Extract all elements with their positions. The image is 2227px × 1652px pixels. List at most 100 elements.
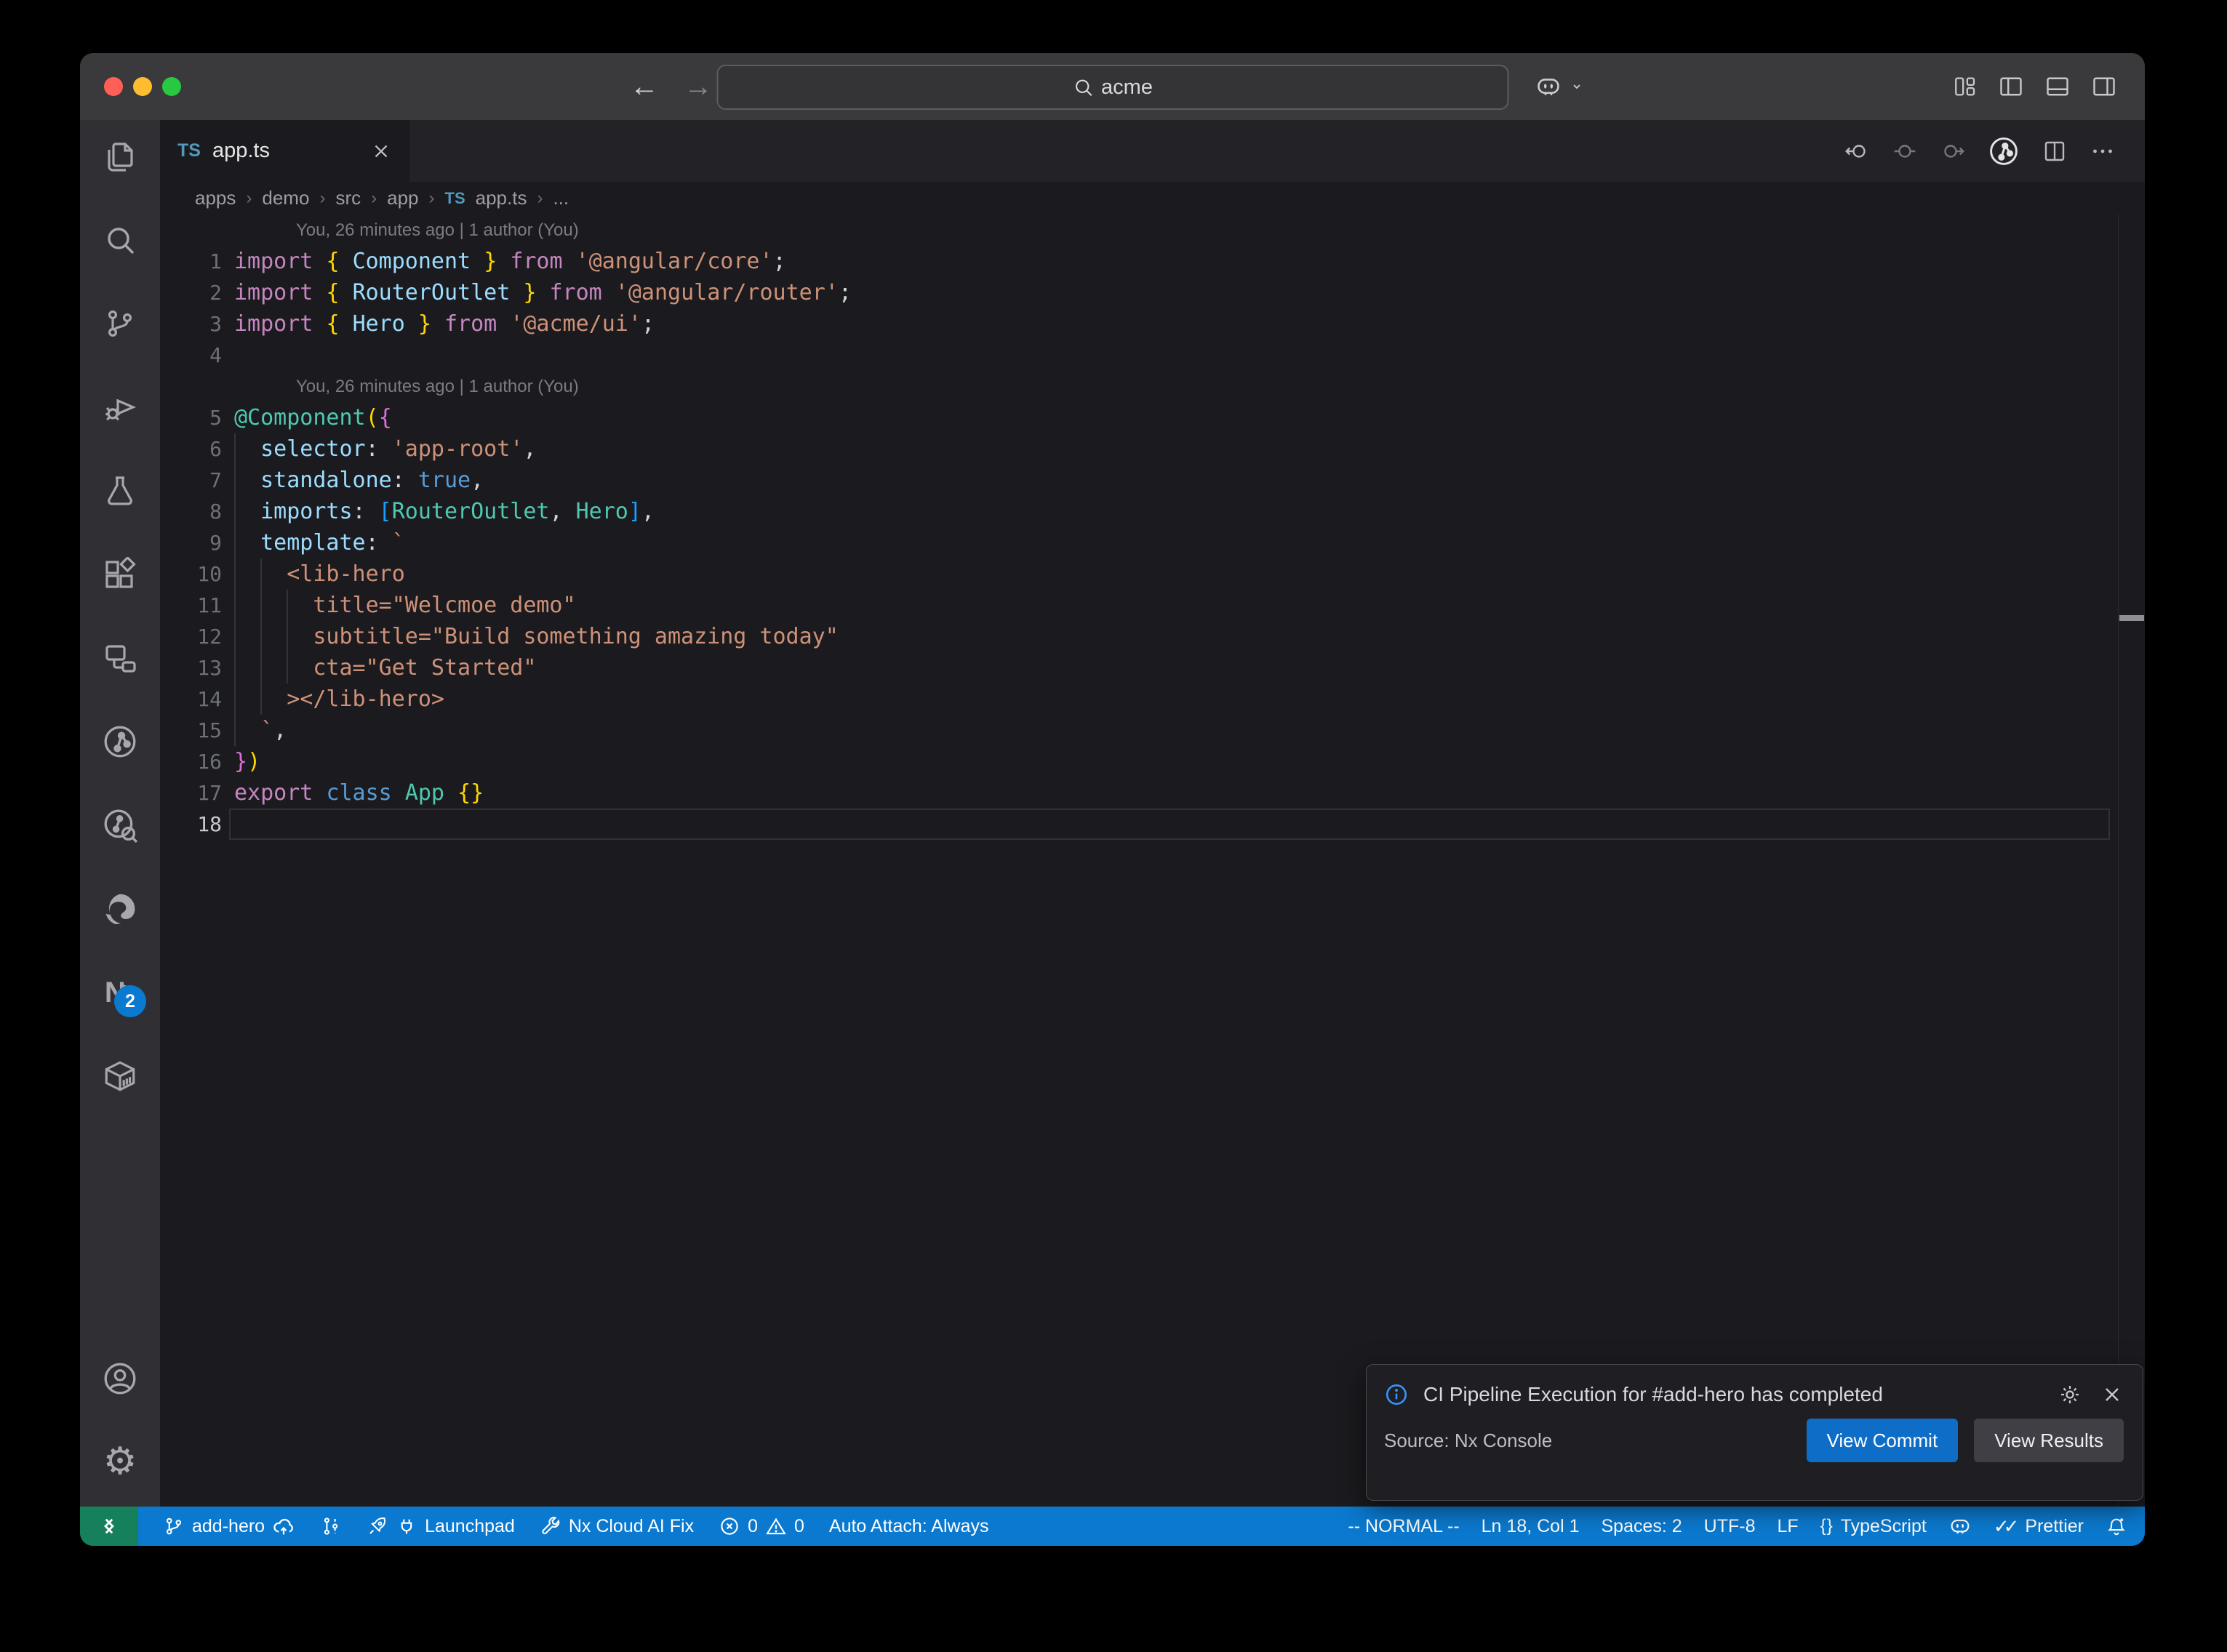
more-actions-icon[interactable] (2090, 138, 2116, 164)
line-number (160, 214, 222, 246)
code-text: cta="Get Started" (234, 652, 536, 683)
minimize-window-button[interactable] (133, 77, 152, 96)
breadcrumb-item-file[interactable]: app.ts (476, 187, 527, 209)
sidebar-item-explorer[interactable] (100, 136, 140, 177)
remote-indicator[interactable] (80, 1507, 138, 1546)
notification-source: Source: Nx Console (1384, 1430, 1807, 1452)
line-number: 9 (160, 527, 222, 558)
sidebar-item-nx-console[interactable]: N> 2 (100, 972, 140, 1013)
code-text: title="Welcmoe demo" (234, 590, 576, 621)
code-text: template: ` (234, 527, 405, 558)
status-auto-attach[interactable]: Auto Attach: Always (829, 1516, 989, 1537)
breadcrumb-item[interactable]: apps (195, 187, 236, 209)
sidebar-item-edge-browser[interactable] (100, 889, 140, 929)
view-commit-button[interactable]: View Commit (1807, 1419, 1959, 1462)
status-branch[interactable]: add-hero (163, 1515, 295, 1538)
sidebar-item-run-debug[interactable] (100, 387, 140, 428)
line-number: 5 (160, 402, 222, 433)
code-editor[interactable]: You, 26 minutes ago | 1 author (You)1imp… (160, 214, 2145, 1507)
breadcrumb-item-symbol[interactable]: ... (553, 187, 569, 209)
close-tab-icon[interactable] (370, 140, 392, 162)
previous-change-icon[interactable] (1844, 138, 1870, 164)
sidebar-item-containers[interactable] (100, 1056, 140, 1096)
status-problems[interactable]: 0 0 (719, 1515, 804, 1537)
status-eol[interactable]: LF (1778, 1516, 1799, 1537)
code-line: 3import { Hero } from '@acme/ui'; (160, 308, 2145, 340)
indent-guide (234, 433, 260, 465)
status-language[interactable]: {} TypeScript (1820, 1516, 1927, 1537)
status-git-graph[interactable] (320, 1515, 342, 1537)
source-control-graph-icon[interactable] (1988, 135, 2020, 167)
copilot-icon (1948, 1515, 1972, 1538)
double-check-icon: ✓✓ (1994, 1515, 2014, 1538)
blame-annotation-row: You, 26 minutes ago | 1 author (You) (160, 214, 2145, 246)
sidebar-item-extensions[interactable] (100, 554, 140, 595)
line-number: 8 (160, 496, 222, 527)
indent-guide (234, 465, 260, 496)
close-window-button[interactable] (104, 77, 123, 96)
zoom-window-button[interactable] (162, 77, 181, 96)
sidebar-item-search[interactable] (100, 220, 140, 260)
status-cursor-position[interactable]: Ln 18, Col 1 (1482, 1516, 1580, 1537)
beaker-icon (103, 473, 137, 508)
sidebar-item-remote-explorer[interactable] (100, 638, 140, 678)
files-icon (103, 139, 137, 174)
notification-close-icon[interactable] (2100, 1383, 2124, 1406)
manage-button[interactable]: ⚙ (100, 1441, 140, 1482)
sidebar-item-nx-graph-search[interactable] (100, 805, 140, 846)
line-number: 3 (160, 308, 222, 340)
back-icon[interactable]: ← (630, 72, 659, 101)
split-editor-icon[interactable] (2042, 138, 2068, 164)
rocket-icon (367, 1515, 388, 1537)
code-text: imports: [RouterOutlet, Hero], (234, 496, 655, 527)
typescript-file-icon: TS (177, 140, 201, 161)
bell-icon (2106, 1515, 2127, 1537)
copilot-menu[interactable] (1535, 53, 1586, 120)
editor-actions (1844, 120, 2145, 182)
tab-app-ts[interactable]: TS app.ts (160, 120, 409, 182)
remote-icon (97, 1514, 121, 1539)
sidebar-item-testing[interactable] (100, 470, 140, 511)
status-notifications[interactable] (2106, 1515, 2127, 1537)
breadcrumb-item[interactable]: demo (262, 187, 309, 209)
scrollbar-track[interactable] (2118, 214, 2119, 1507)
status-copilot[interactable] (1948, 1515, 1972, 1538)
code-line: 4 (160, 340, 2145, 371)
code-text: selector: 'app-root', (234, 433, 536, 465)
forward-icon[interactable]: → (684, 72, 713, 101)
layout-controls (1953, 53, 2117, 120)
status-vim-mode[interactable]: -- NORMAL -- (1348, 1516, 1459, 1537)
accounts-button[interactable] (100, 1358, 140, 1399)
git-branch-icon (163, 1515, 185, 1537)
current-change-icon[interactable] (1892, 138, 1918, 164)
status-launchpad[interactable]: Launchpad (367, 1515, 515, 1537)
next-change-icon[interactable] (1940, 138, 1966, 164)
line-number: 11 (160, 590, 222, 621)
search-icon (103, 222, 137, 257)
code-line: 13cta="Get Started" (160, 652, 2145, 683)
customize-layout-icon[interactable] (1953, 74, 1978, 99)
indent-guide (234, 621, 260, 652)
indent-guide (260, 652, 287, 683)
line-number: 15 (160, 715, 222, 746)
indent-guide (234, 715, 260, 746)
status-nx-cloud-fix[interactable]: Nx Cloud AI Fix (540, 1515, 694, 1537)
view-results-button[interactable]: View Results (1974, 1419, 2124, 1462)
status-indentation[interactable]: Spaces: 2 (1601, 1516, 1682, 1537)
toggle-secondary-sidebar-icon[interactable] (2091, 73, 2117, 100)
breadcrumb-item[interactable]: src (335, 187, 361, 209)
plug-icon (396, 1515, 417, 1537)
line-number: 12 (160, 621, 222, 652)
indent-guide (260, 621, 287, 652)
status-encoding[interactable]: UTF-8 (1704, 1516, 1756, 1537)
line-number (160, 371, 222, 402)
status-prettier[interactable]: ✓✓ Prettier (1994, 1515, 2084, 1538)
sidebar-item-nx-project-graph[interactable] (100, 721, 140, 762)
toggle-primary-sidebar-icon[interactable] (1998, 73, 2024, 100)
command-center-search[interactable]: acme (716, 65, 1508, 110)
publish-cloud-icon (272, 1515, 295, 1538)
breadcrumb-item[interactable]: app (387, 187, 418, 209)
toggle-panel-icon[interactable] (2044, 73, 2071, 100)
notification-settings-gear-icon[interactable] (2058, 1383, 2082, 1406)
sidebar-item-source-control[interactable] (100, 303, 140, 344)
